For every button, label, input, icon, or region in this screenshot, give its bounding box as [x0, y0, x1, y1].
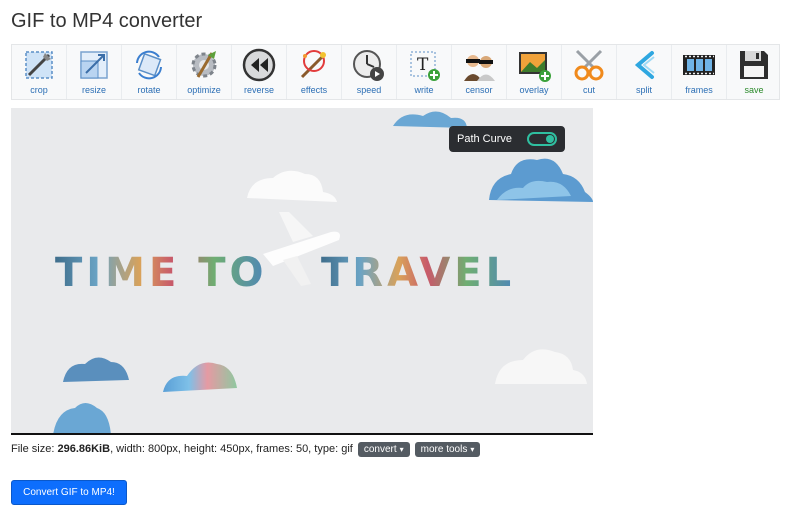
tool-label: rotate: [137, 85, 161, 95]
speed-icon: [353, 50, 384, 81]
gif-preview: TIME TO TRAVEL Path Curve: [11, 108, 593, 435]
crop-icon: [25, 51, 53, 79]
tool-reverse[interactable]: reverse: [232, 45, 287, 99]
tool-effects[interactable]: effects: [287, 45, 342, 99]
write-icon: T: [410, 51, 440, 81]
path-curve-toggle: [527, 132, 557, 146]
tool-optimize[interactable]: optimize: [177, 45, 232, 99]
tool-crop[interactable]: crop: [12, 45, 67, 99]
resize-icon: [80, 51, 108, 79]
tool-save[interactable]: save: [727, 45, 781, 99]
tool-label: reverse: [243, 85, 274, 95]
preview-artwork: TIME TO TRAVEL: [11, 108, 593, 433]
tool-frames[interactable]: frames: [672, 45, 727, 99]
overlay-icon: [519, 52, 551, 82]
convert-gif-to-mp4-button[interactable]: Convert GIF to MP4!: [11, 480, 127, 505]
file-size-prefix: File size:: [11, 443, 58, 455]
censor-icon: [464, 55, 495, 81]
tool-label: overlay: [519, 85, 549, 95]
tool-label: write: [414, 85, 434, 95]
tool-label: optimize: [187, 85, 221, 95]
frames-icon: [683, 55, 715, 75]
file-info: File size: 296.86KiB, width: 800px, heig…: [11, 440, 481, 458]
tool-overlay[interactable]: overlay: [507, 45, 562, 99]
tool-label: censor: [465, 85, 493, 95]
tool-write[interactable]: T write: [397, 45, 452, 99]
rotate-icon: [136, 50, 162, 80]
tool-cut[interactable]: cut: [562, 45, 617, 99]
tool-label: crop: [30, 85, 48, 95]
svg-text:T: T: [417, 55, 429, 75]
cut-icon: [574, 49, 604, 81]
split-icon: [634, 51, 655, 79]
headline-right: TRAVEL: [321, 250, 515, 296]
tool-label: split: [635, 85, 652, 95]
tool-split[interactable]: split: [617, 45, 672, 99]
tool-label: speed: [356, 85, 382, 95]
convert-dropdown[interactable]: convert: [357, 441, 410, 457]
headline-left: TIME TO: [55, 250, 268, 296]
page-title: GIF to MP4 converter: [11, 10, 203, 32]
optimize-icon: [191, 51, 217, 78]
tool-speed[interactable]: speed: [342, 45, 397, 99]
path-curve-overlay: Path Curve: [449, 126, 565, 152]
more-tools-dropdown[interactable]: more tools: [414, 441, 481, 457]
editing-toolbar: crop resize rotate optimize reverse effe…: [11, 44, 780, 100]
save-icon: [740, 51, 768, 79]
tool-label: cut: [582, 85, 595, 95]
effects-icon: [300, 50, 326, 79]
path-curve-label: Path Curve: [457, 133, 513, 145]
file-details: , width: 800px, height: 450px, frames: 5…: [110, 443, 353, 455]
tool-resize[interactable]: resize: [67, 45, 122, 99]
tool-label: effects: [300, 85, 328, 95]
tool-label: frames: [685, 85, 713, 95]
tool-label: save: [744, 85, 764, 95]
tool-censor[interactable]: censor: [452, 45, 507, 99]
tool-label: resize: [81, 85, 106, 95]
tool-rotate[interactable]: rotate: [122, 45, 177, 99]
reverse-icon: [242, 48, 276, 82]
file-size-value: 296.86KiB: [57, 443, 111, 455]
